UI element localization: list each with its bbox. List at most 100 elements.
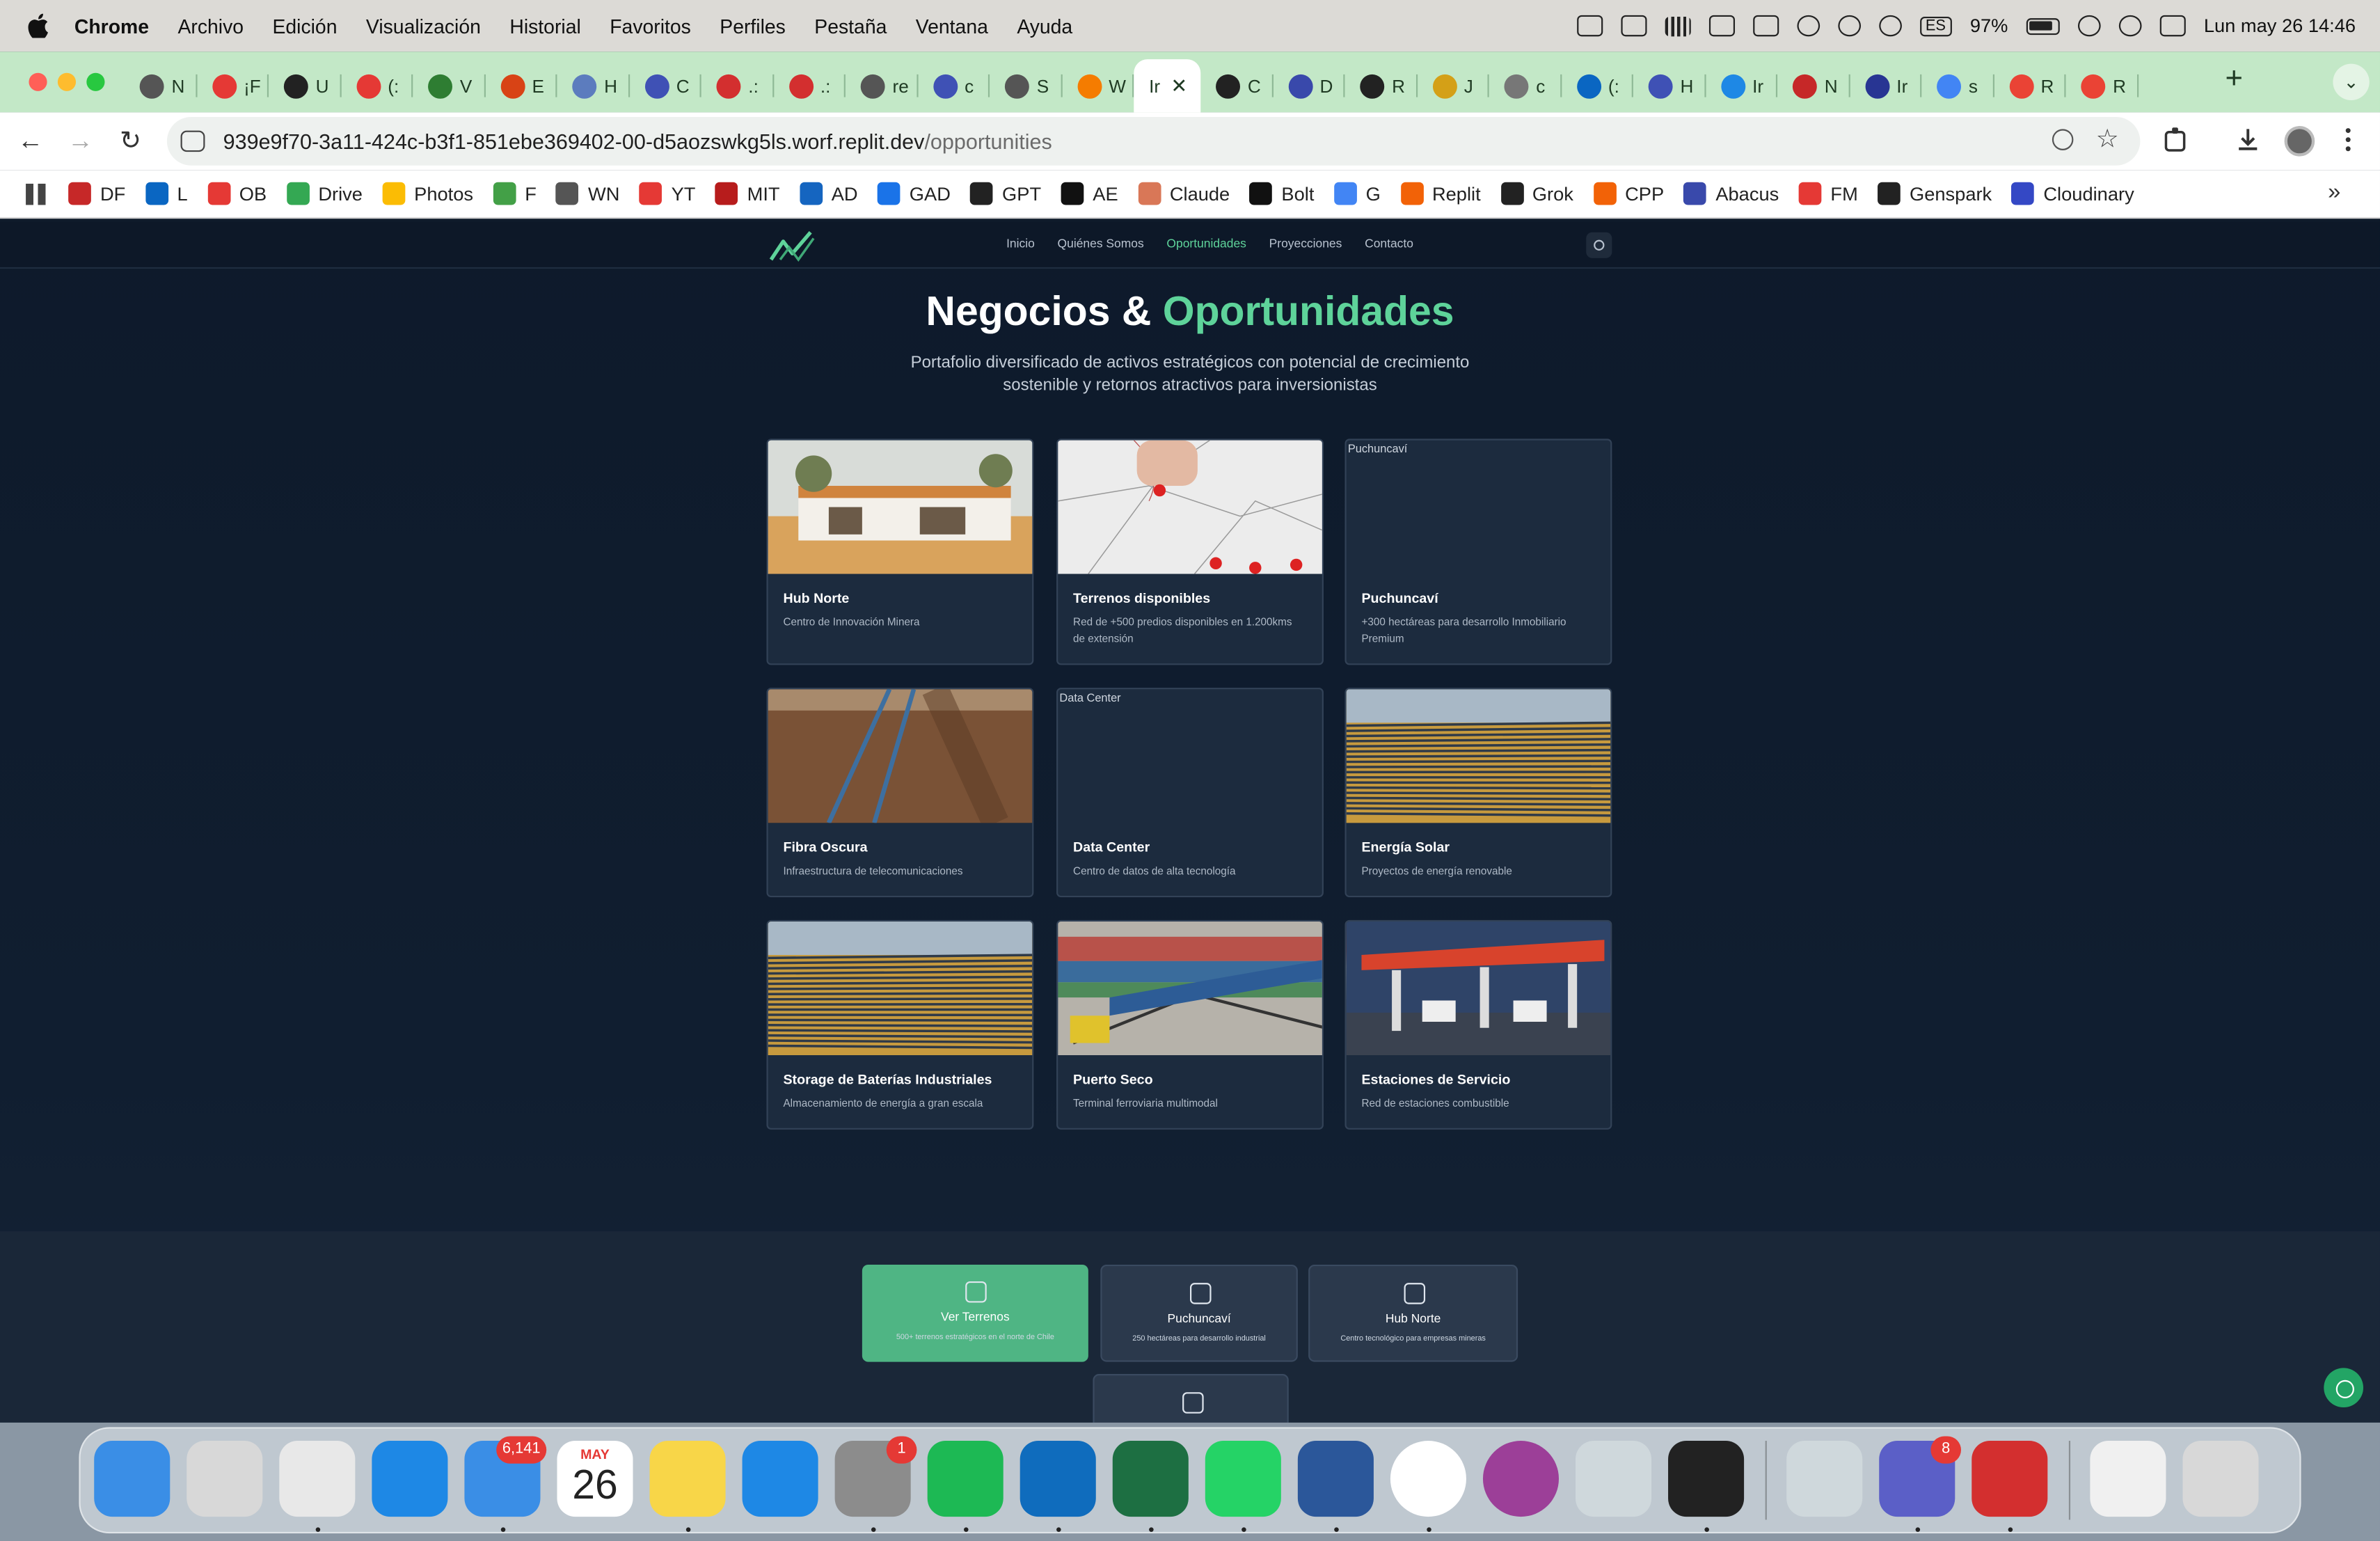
- clock[interactable]: Lun may 26 14:46: [2204, 15, 2356, 37]
- keynote-icon[interactable]: [742, 1441, 818, 1517]
- bookmark-mit[interactable]: MIT: [715, 182, 780, 205]
- tab[interactable]: W: [1062, 59, 1134, 112]
- bookmark-photos[interactable]: Photos: [382, 182, 473, 205]
- site-info-icon[interactable]: [180, 130, 205, 152]
- drive-status-icon[interactable]: [1752, 15, 1779, 37]
- opportunity-card[interactable]: Terrenos disponibles Red de +500 predios …: [1056, 438, 1324, 665]
- bookmark-cpp[interactable]: CPP: [1593, 182, 1664, 205]
- control-center-icon[interactable]: [2159, 15, 2186, 37]
- profile-avatar[interactable]: [2284, 126, 2315, 157]
- bookmark-genspark[interactable]: Genspark: [1878, 182, 1992, 205]
- bookmark-yt[interactable]: YT: [639, 182, 695, 205]
- tab[interactable]: s: [1921, 59, 1994, 112]
- tab[interactable]: .:: [773, 59, 846, 112]
- opportunity-card[interactable]: Puerto Seco Terminal ferroviaria multimod…: [1056, 919, 1324, 1130]
- tab-search-button[interactable]: ⌄: [2333, 63, 2370, 100]
- tab[interactable]: J: [1417, 59, 1489, 112]
- whatsapp-icon[interactable]: [1205, 1441, 1281, 1517]
- bookmark-drive[interactable]: Drive: [286, 182, 363, 205]
- bookmark-replit[interactable]: Replit: [1400, 182, 1481, 205]
- screen-share-icon[interactable]: [1708, 15, 1735, 37]
- menu-edicion[interactable]: Edición: [272, 15, 337, 38]
- menu-favoritos[interactable]: Favoritos: [610, 15, 691, 38]
- input-source-badge[interactable]: ES: [1919, 15, 1952, 36]
- launchpad-icon[interactable]: [187, 1441, 263, 1517]
- outlook-status-icon[interactable]: [1620, 15, 1647, 37]
- nav-link-0[interactable]: Inicio: [1006, 237, 1035, 251]
- tab[interactable]: D: [1273, 59, 1345, 112]
- bookmark-ob[interactable]: OB: [207, 182, 267, 205]
- fantastical-icon[interactable]: [1390, 1441, 1466, 1517]
- tab[interactable]: R: [1344, 59, 1417, 112]
- tab[interactable]: N: [1777, 59, 1850, 112]
- opportunity-card[interactable]: Hub Norte Centro de Innovación Minera: [766, 438, 1034, 665]
- quick-action-card[interactable]: Hub Norte Centro tecnológico para empresa…: [1308, 1265, 1518, 1362]
- tab[interactable]: c: [917, 59, 990, 112]
- play-icon[interactable]: [1796, 15, 1820, 37]
- tab[interactable]: V: [413, 59, 485, 112]
- tab[interactable]: H: [1633, 59, 1706, 112]
- download-icon[interactable]: [2235, 126, 2262, 153]
- tab[interactable]: C: [629, 59, 701, 112]
- tab[interactable]: H: [557, 59, 629, 112]
- screen-recorder-icon[interactable]: [1482, 1441, 1560, 1517]
- replit-icon[interactable]: [1668, 1441, 1745, 1517]
- audio-waveform-icon[interactable]: [1664, 15, 1690, 36]
- url-text[interactable]: 939e9f70-3a11-424c-b3f1-851ebe369402-00-…: [223, 129, 1052, 153]
- tab[interactable]: Ir: [1705, 59, 1777, 112]
- excel-icon[interactable]: [1112, 1441, 1189, 1517]
- bookmark-wn[interactable]: WN: [556, 182, 619, 205]
- tab[interactable]: (:: [1561, 59, 1633, 112]
- new-tab-button[interactable]: +: [2226, 64, 2243, 95]
- spotify-icon[interactable]: [927, 1441, 1003, 1517]
- quick-action-card[interactable]: [1093, 1374, 1289, 1423]
- system-settings-icon[interactable]: 1: [834, 1436, 917, 1517]
- calendar-icon[interactable]: MAY 26: [557, 1441, 633, 1517]
- tab[interactable]: U: [269, 59, 341, 112]
- teams-status-icon[interactable]: [1576, 15, 1603, 37]
- back-button[interactable]: ←: [15, 126, 46, 157]
- bookmarks-overflow-icon[interactable]: »: [2328, 179, 2340, 205]
- menu-perfiles[interactable]: Perfiles: [720, 15, 786, 38]
- search-icon[interactable]: [2118, 15, 2142, 37]
- tab-active[interactable]: Ir ✕: [1134, 59, 1201, 113]
- chrome-menu-icon[interactable]: [2335, 126, 2362, 153]
- menu-historial[interactable]: Historial: [509, 15, 580, 38]
- address-bar[interactable]: 939e9f70-3a11-424c-b3f1-851ebe369402-00-…: [166, 116, 2141, 166]
- zoom-window-button[interactable]: [86, 72, 105, 91]
- bookmark-bolt[interactable]: Bolt: [1249, 182, 1314, 205]
- close-tab-icon[interactable]: ✕: [1171, 74, 1187, 98]
- menu-app-name[interactable]: Chrome: [74, 15, 149, 38]
- tab[interactable]: C: [1200, 59, 1273, 112]
- safari-icon[interactable]: [372, 1441, 448, 1517]
- tab[interactable]: R: [2066, 59, 2139, 112]
- tab[interactable]: (:: [341, 59, 413, 112]
- bookmark-f[interactable]: F: [493, 182, 537, 205]
- chrome-icon[interactable]: [279, 1441, 356, 1517]
- menu-pestana[interactable]: Pestaña: [814, 15, 887, 38]
- menu-archivo[interactable]: Archivo: [177, 15, 244, 38]
- mail-icon[interactable]: 6,141: [464, 1436, 547, 1517]
- tab[interactable]: .:: [701, 59, 774, 112]
- minimize-window-button[interactable]: [57, 72, 77, 91]
- nav-link-3[interactable]: Proyecciones: [1269, 237, 1342, 251]
- tab[interactable]: R: [1994, 59, 2066, 112]
- preview-icon[interactable]: [1786, 1441, 1863, 1517]
- opportunity-card[interactable]: Data Center Data Center Centro de datos de…: [1056, 688, 1324, 898]
- bookmark-l[interactable]: L: [145, 182, 188, 205]
- tab[interactable]: ¡F: [196, 59, 269, 112]
- site-logo[interactable]: [768, 229, 817, 262]
- acrobat-icon[interactable]: [1972, 1441, 2048, 1517]
- bookmark-g[interactable]: G: [1333, 182, 1381, 205]
- bookmark-ad[interactable]: AD: [799, 182, 858, 205]
- notes-icon[interactable]: [649, 1441, 726, 1517]
- nav-link-4[interactable]: Contacto: [1365, 237, 1413, 251]
- zoom-icon[interactable]: [2052, 129, 2074, 150]
- tab[interactable]: N: [125, 59, 197, 112]
- menu-ventana[interactable]: Ventana: [916, 15, 988, 38]
- word-icon[interactable]: [1297, 1441, 1374, 1517]
- battery-icon[interactable]: [2026, 17, 2060, 35]
- apps-grid-icon[interactable]: [26, 182, 47, 205]
- tab[interactable]: Ir: [1850, 59, 1922, 112]
- apple-icon[interactable]: [27, 13, 49, 38]
